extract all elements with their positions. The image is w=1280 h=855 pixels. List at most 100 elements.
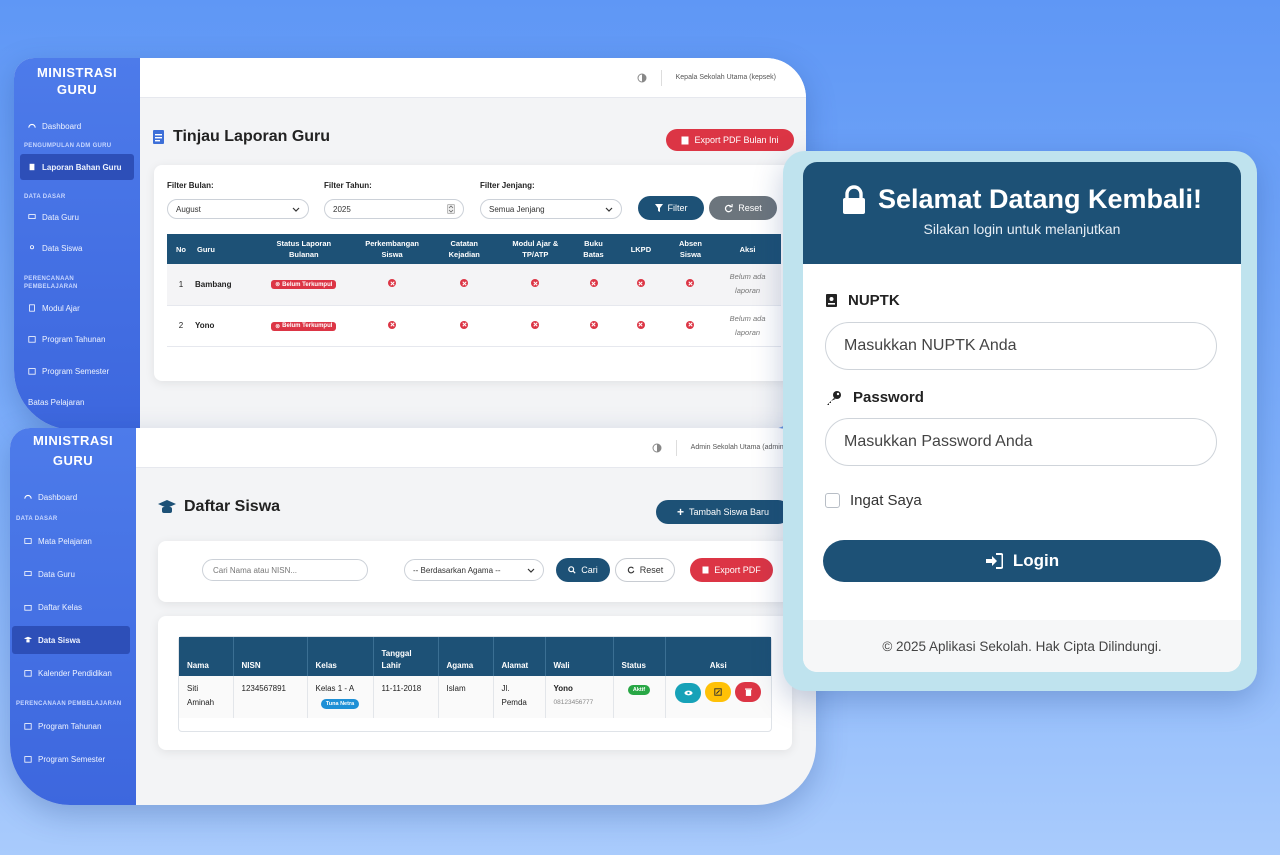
chat-icon xyxy=(28,214,36,219)
password-input[interactable]: Masukkan Password Anda xyxy=(825,418,1217,466)
col-absen: Absen Siswa xyxy=(666,234,715,264)
filter-tahun-input[interactable]: 2025 xyxy=(324,199,464,219)
x-circle-icon xyxy=(636,320,645,329)
sidebar-item-data-siswa[interactable]: Data Siswa xyxy=(14,237,140,259)
building-icon xyxy=(24,605,32,611)
col-aksi: Aksi xyxy=(665,637,771,676)
chat-icon xyxy=(24,571,32,576)
sidebar-item-data-siswa[interactable]: Data Siswa xyxy=(12,626,130,654)
trash-icon xyxy=(744,688,752,696)
filter-button[interactable]: Filter xyxy=(638,196,704,220)
sidebar-item-mata-pelajaran[interactable]: Mata Pelajaran xyxy=(10,530,136,552)
sidebar-item-daftar-kelas[interactable]: Daftar Kelas xyxy=(10,596,136,618)
reset-button[interactable]: Reset xyxy=(709,196,777,220)
cari-button[interactable]: Cari xyxy=(556,558,610,582)
table-header: Nama NISN Kelas Tanggal Lahir Agama Alam… xyxy=(179,637,771,676)
agama-select[interactable]: -- Berdasarkan Agama -- xyxy=(404,559,544,581)
col-lkpd: LKPD xyxy=(615,234,667,264)
search-card: Cari Nama atau NISN... -- Berdasarkan Ag… xyxy=(158,541,792,602)
col-agama: Agama xyxy=(438,637,494,676)
login-header: Selamat Datang Kembali! Silakan login un… xyxy=(803,162,1241,264)
sidebar-item-program-semester[interactable]: Program Semester xyxy=(14,360,140,382)
lock-icon xyxy=(842,184,865,214)
user-name[interactable]: Kepala Sekolah Utama (kepsek) xyxy=(676,74,776,81)
brand: MINISTRASI GURU xyxy=(36,65,118,97)
sidebar-item-modul-ajar[interactable]: Modul Ajar xyxy=(14,297,140,319)
sidebar-item-data-guru[interactable]: Data Guru xyxy=(14,206,140,228)
dashboard-icon xyxy=(28,123,36,128)
nuptk-label: NUPTK xyxy=(825,292,900,309)
pdf-icon xyxy=(702,566,709,574)
x-circle-icon xyxy=(388,279,397,288)
sidebar-item-data-guru[interactable]: Data Guru xyxy=(10,563,136,585)
x-circle-icon xyxy=(460,279,469,288)
login-subtitle: Silakan login untuk melanjutkan xyxy=(923,221,1121,237)
sidebar-item-dashboard[interactable]: Dashboard xyxy=(10,486,136,508)
topbar: Kepala Sekolah Utama (kepsek) xyxy=(140,58,806,98)
user-name[interactable]: Admin Sekolah Utama (admin) xyxy=(691,444,786,451)
sidebar-item-laporan-bahan-guru[interactable]: Laporan Bahan Guru xyxy=(20,154,134,180)
remember-checkbox[interactable] xyxy=(825,493,840,508)
nuptk-input[interactable]: Masukkan NUPTK Anda xyxy=(825,322,1217,370)
laporan-guru-panel: MINISTRASI GURU Dashboard PENGUMPULAN AD… xyxy=(14,58,806,430)
add-student-button[interactable]: + Tambah Siswa Baru xyxy=(656,500,790,524)
login-button[interactable]: Login xyxy=(823,540,1221,582)
x-circle-icon xyxy=(531,279,540,288)
x-circle-icon xyxy=(531,320,540,329)
topbar: Admin Sekolah Utama (admin) xyxy=(136,428,816,468)
view-button[interactable] xyxy=(675,683,702,703)
edit-icon xyxy=(714,688,722,696)
chevron-down-icon xyxy=(292,207,300,212)
filter-jenjang-select[interactable]: Semua Jenjang xyxy=(480,199,622,219)
login-footer: © 2025 Aplikasi Sekolah. Hak Cipta Dilin… xyxy=(803,620,1241,672)
remember-me[interactable]: Ingat Saya xyxy=(825,492,922,509)
filter-bulan-label: Filter Bulan: xyxy=(167,181,214,190)
sidebar-item-dashboard[interactable]: Dashboard xyxy=(14,115,140,137)
export-pdf-button[interactable]: Export PDF xyxy=(690,558,773,582)
col-buku-batas: Buku Batas xyxy=(571,234,616,264)
col-tanggal-lahir: Tanggal Lahir xyxy=(373,637,439,676)
delete-button[interactable] xyxy=(735,682,762,702)
search-input[interactable]: Cari Nama atau NISN... xyxy=(202,559,368,581)
calendar-icon xyxy=(24,756,32,763)
chevron-down-icon xyxy=(527,568,535,573)
search-icon xyxy=(568,566,576,574)
theme-toggle-icon[interactable] xyxy=(637,73,647,83)
col-catatan: Catatan Kejadian xyxy=(429,234,499,264)
section-data-dasar: DATA DASAR xyxy=(24,194,66,200)
divider xyxy=(660,69,662,86)
x-circle-icon xyxy=(686,279,695,288)
users-icon xyxy=(30,245,34,250)
filter-bulan-select[interactable]: August xyxy=(167,199,309,219)
reset-button[interactable]: Reset xyxy=(615,558,675,582)
edit-button[interactable] xyxy=(705,682,732,702)
page-title: Tinjau Laporan Guru xyxy=(152,128,330,146)
dashboard-icon xyxy=(24,494,32,499)
sidebar-item-batas-pelajaran[interactable]: Batas Pelajaran xyxy=(14,391,140,413)
col-perkembangan: Perkembangan Siswa xyxy=(354,234,430,264)
filter-jenjang-label: Filter Jenjang: xyxy=(480,181,535,190)
calendar-icon xyxy=(24,723,32,730)
sidebar-item-kalender-pendidikan[interactable]: Kalender Pendidikan xyxy=(10,662,136,684)
theme-toggle-icon[interactable] xyxy=(652,443,662,453)
sidebar: MINISTRASI GURU Dashboard PENGUMPULAN AD… xyxy=(14,58,140,430)
sidebar-item-program-tahunan[interactable]: Program Tahunan xyxy=(10,715,136,737)
refresh-icon xyxy=(627,566,635,574)
calendar-icon xyxy=(28,336,36,343)
stepper-icon[interactable] xyxy=(447,204,455,214)
calendar-icon xyxy=(28,368,36,375)
col-modul: Modul Ajar & TP/ATP xyxy=(498,234,572,264)
password-label: Password xyxy=(825,389,924,406)
file-icon xyxy=(29,163,35,171)
x-circle-icon: ⊗ xyxy=(275,323,281,330)
section-perencanaan-pembelajaran: PERENCANAAN PEMBELAJARAN xyxy=(16,701,122,707)
daftar-siswa-panel: MINISTRASI GURU Dashboard DATA DASAR Mat… xyxy=(10,428,816,805)
section-pembelajaran: PEMBELAJARAN xyxy=(24,284,78,290)
export-pdf-button[interactable]: Export PDF Bulan Ini xyxy=(666,129,794,151)
x-circle-icon xyxy=(636,279,645,288)
table-row: 1 Bambang ⊗ Belum Terkumpul Belum ada lap… xyxy=(167,264,781,306)
sidebar-item-program-semester[interactable]: Program Semester xyxy=(10,748,136,770)
x-circle-icon: ⊗ xyxy=(275,282,281,289)
sidebar-item-program-tahunan[interactable]: Program Tahunan xyxy=(14,328,140,350)
x-circle-icon xyxy=(460,320,469,329)
